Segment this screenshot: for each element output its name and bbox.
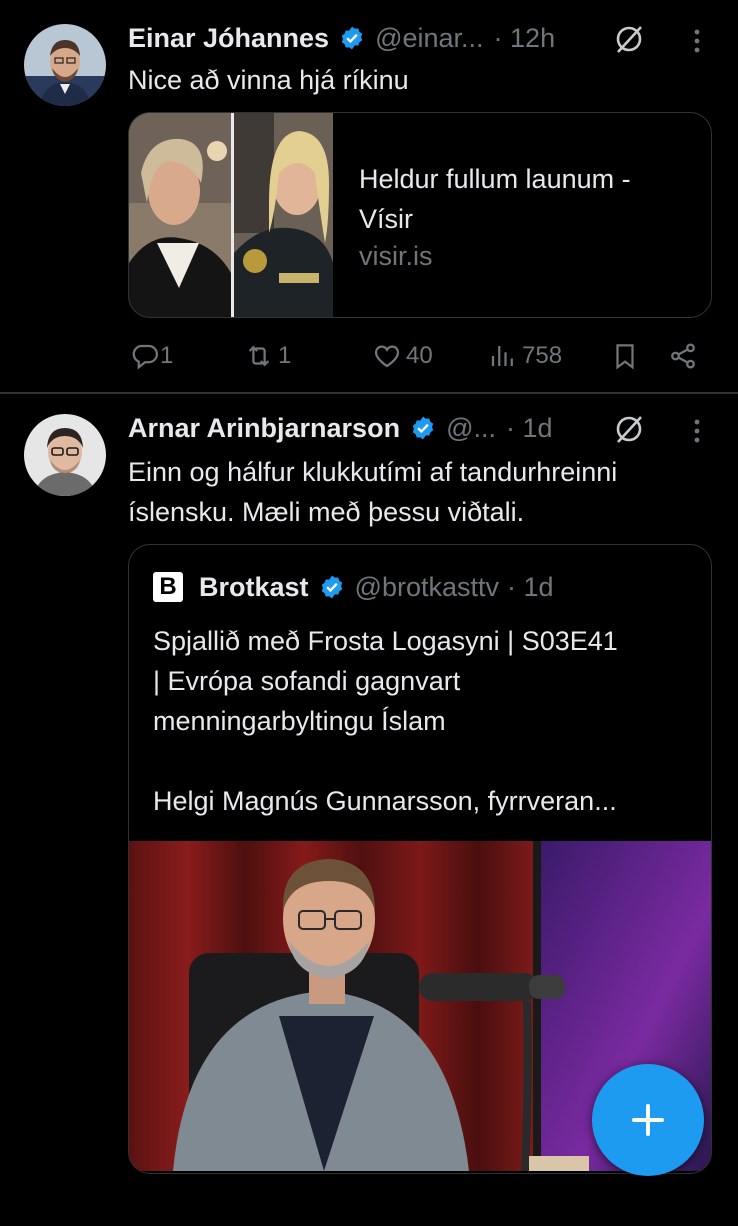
tweet-1[interactable]: Einar Jóhannes @einar... · 12h Nice að v… bbox=[0, 0, 738, 392]
quote-timestamp[interactable]: · 1d bbox=[507, 572, 554, 603]
bookmark-icon bbox=[616, 344, 634, 370]
compose-plus-icon bbox=[632, 1104, 664, 1136]
brotkast-logo[interactable]: B bbox=[153, 572, 183, 602]
quote-text-line: menningarbyltingu Íslam bbox=[153, 706, 446, 736]
more-icon[interactable] bbox=[692, 26, 702, 56]
grok-icon[interactable] bbox=[614, 24, 644, 54]
quote-header: B Brotkast @brotkasttv · 1d bbox=[153, 567, 554, 607]
repost-icon bbox=[248, 345, 270, 367]
repost-button[interactable]: 1 bbox=[244, 341, 291, 371]
avatar[interactable] bbox=[24, 24, 106, 106]
author-name[interactable]: Arnar Arinbjarnarson bbox=[128, 413, 400, 444]
like-count: 40 bbox=[406, 342, 433, 369]
link-card-domain: visir.is bbox=[359, 241, 433, 271]
views-count: 758 bbox=[522, 342, 563, 369]
share-icon bbox=[671, 343, 695, 369]
avatar[interactable] bbox=[24, 414, 106, 496]
link-card-title-line: Vísir bbox=[359, 204, 413, 234]
author-handle[interactable]: @... bbox=[446, 413, 496, 444]
tweet-text-line: Einn og hálfur klukkutími af tandurhrein… bbox=[128, 457, 618, 487]
author-handle[interactable]: @einar... bbox=[375, 23, 483, 54]
quote-text-line: Spjallið með Frosta Logasyni | S03E41 bbox=[153, 626, 618, 656]
views-button[interactable]: 758 bbox=[488, 341, 562, 371]
timestamp[interactable]: · 12h bbox=[494, 23, 556, 54]
verified-badge-icon bbox=[319, 574, 345, 600]
timestamp[interactable]: · 1d bbox=[506, 413, 553, 444]
tweet-actions bbox=[128, 1186, 708, 1226]
tweet-header: Arnar Arinbjarnarson @... · 1d bbox=[128, 408, 553, 448]
like-icon bbox=[374, 345, 400, 368]
quote-author-handle[interactable]: @brotkasttv bbox=[355, 572, 499, 603]
views-icon bbox=[491, 346, 513, 366]
grok-icon[interactable] bbox=[614, 414, 644, 444]
tweet-text: Nice að vinna hjá ríkinu bbox=[128, 65, 409, 95]
reply-button[interactable]: 1 bbox=[130, 341, 173, 371]
link-card-title: Heldur fullum launum - Vísir bbox=[359, 159, 631, 239]
quote-text-line: | Evrópa sofandi gagnvart bbox=[153, 666, 461, 696]
tweet-header: Einar Jóhannes @einar... · 12h bbox=[128, 18, 555, 58]
reply-icon bbox=[132, 344, 158, 370]
verified-badge-icon bbox=[410, 415, 436, 441]
quote-text-line: Helgi Magnús Gunnarsson, fyrrveran... bbox=[153, 786, 617, 816]
more-icon[interactable] bbox=[692, 416, 702, 446]
logo-letter: B bbox=[159, 573, 177, 600]
reply-count: 1 bbox=[160, 342, 174, 369]
bookmark-button[interactable] bbox=[610, 341, 640, 371]
tweet-text: Einn og hálfur klukkutími af tandurhrein… bbox=[128, 452, 617, 532]
repost-count: 1 bbox=[278, 342, 292, 369]
share-button[interactable] bbox=[668, 341, 698, 371]
quote-text: Spjallið með Frosta Logasyni | S03E41 | … bbox=[153, 621, 693, 821]
link-card[interactable]: Heldur fullum launum - Vísir visir.is bbox=[128, 112, 712, 318]
compose-button[interactable] bbox=[592, 1064, 704, 1176]
quote-author-name[interactable]: Brotkast bbox=[199, 572, 309, 603]
verified-badge-icon bbox=[339, 25, 365, 51]
like-button[interactable]: 40 bbox=[372, 341, 433, 371]
link-card-title-line: Heldur fullum launum - bbox=[359, 164, 631, 194]
tweet-text-line: íslensku. Mæli með þessu viðtali. bbox=[128, 497, 525, 527]
link-card-image bbox=[129, 113, 333, 317]
tweet-actions: 1 1 40 758 bbox=[128, 336, 708, 376]
author-name[interactable]: Einar Jóhannes bbox=[128, 23, 329, 54]
